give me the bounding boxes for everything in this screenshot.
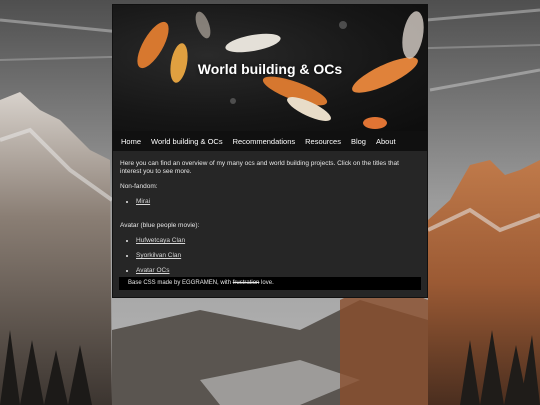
nav-resources[interactable]: Resources xyxy=(305,137,341,146)
main-content: Here you can find an overview of my many… xyxy=(113,151,427,275)
avatar-list: Hufwetcaya Clan Syorkilvan Clan Avatar O… xyxy=(120,237,420,275)
nav-about[interactable]: About xyxy=(376,137,396,146)
page-container: World building & OCs Home World building… xyxy=(112,4,428,298)
link-syorkilvan-clan[interactable]: Syorkilvan Clan xyxy=(136,252,181,259)
list-item: Mirai xyxy=(136,198,420,206)
nav-blog[interactable]: Blog xyxy=(351,137,366,146)
list-item: Avatar OCs xyxy=(136,267,420,275)
koi-banner: World building & OCs xyxy=(113,5,427,131)
section-heading-avatar: Avatar (blue people movie): xyxy=(120,222,200,229)
site-title: World building & OCs xyxy=(197,61,343,77)
section-heading-non-fandom: Non-fandom: xyxy=(120,183,158,190)
footer-prefix: Base CSS made by EGGRAMEN, with xyxy=(128,280,233,286)
nav-world-building[interactable]: World building & OCs xyxy=(151,137,223,146)
link-hufwetcaya-clan[interactable]: Hufwetcaya Clan xyxy=(136,237,185,244)
nav-home[interactable]: Home xyxy=(121,137,141,146)
list-item: Hufwetcaya Clan xyxy=(136,237,420,245)
link-avatar-ocs[interactable]: Avatar OCs xyxy=(136,267,169,274)
link-mirai[interactable]: Mirai xyxy=(136,198,150,205)
non-fandom-list: Mirai xyxy=(120,198,420,206)
intro-text: Here you can find an overview of my many… xyxy=(120,160,399,175)
list-item: Syorkilvan Clan xyxy=(136,252,420,260)
main-nav: Home World building & OCs Recommendation… xyxy=(113,131,427,151)
footer-suffix: love. xyxy=(259,280,274,286)
nav-recommendations[interactable]: Recommendations xyxy=(233,137,296,146)
footer-strikethrough: frustration xyxy=(232,280,260,286)
footer-credit: Base CSS made by EGGRAMEN, with frustrat… xyxy=(119,277,421,290)
